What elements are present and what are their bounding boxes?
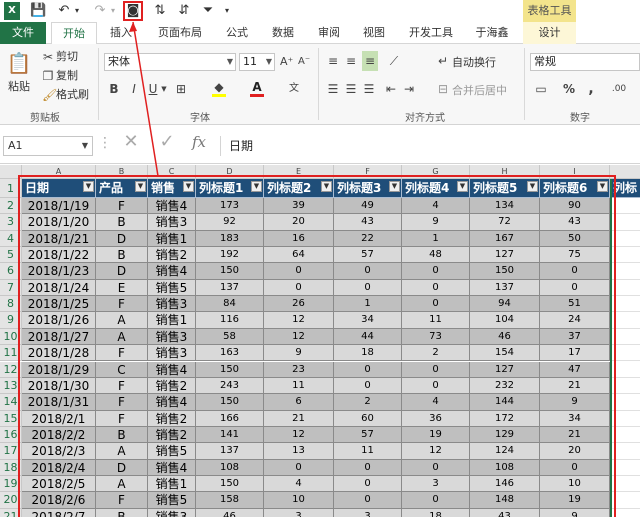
increase-decimal-icon[interactable]: .00 bbox=[604, 82, 634, 96]
align-middle-icon[interactable]: ≡ bbox=[344, 54, 358, 68]
table-tools-title: 表格工具 bbox=[523, 0, 576, 22]
excel-logo-icon: X bbox=[4, 2, 20, 20]
redo-dropdown-icon[interactable]: ▾ bbox=[108, 2, 118, 20]
quick-access-toolbar: X 💾 ↶ ▾ ↷ ▾ ◙ ⇅ ⇵ ⏷ ▾ 表格工具 bbox=[0, 0, 640, 22]
sort-descending-icon[interactable]: ⇵ bbox=[176, 2, 192, 20]
tab-custom[interactable]: 于海鑫 bbox=[468, 22, 516, 44]
save-icon[interactable]: 💾 bbox=[30, 2, 46, 20]
chevron-down-icon: ▼ bbox=[265, 57, 272, 66]
border-icon[interactable]: ⊞ bbox=[174, 82, 188, 96]
font-color-icon[interactable]: A bbox=[250, 80, 264, 97]
align-bottom-icon[interactable]: ≡ bbox=[362, 51, 378, 71]
merge-center-button[interactable]: 合并后居中 bbox=[452, 84, 507, 98]
accounting-format-icon[interactable]: ▭ bbox=[534, 82, 548, 96]
wrap-text-button[interactable]: 自动换行 bbox=[452, 56, 496, 70]
formula-input[interactable]: 日期 bbox=[220, 136, 640, 156]
copy-button[interactable]: 复制 bbox=[56, 69, 78, 83]
number-group-label: 数字 bbox=[570, 113, 590, 124]
filter-icon[interactable]: ⏷ bbox=[200, 2, 216, 20]
undo-icon[interactable]: ↶ bbox=[56, 2, 72, 20]
orientation-icon[interactable]: ⟋ bbox=[386, 54, 402, 68]
tab-formulas[interactable]: 公式 bbox=[219, 22, 255, 44]
cancel-icon[interactable]: ✕ bbox=[122, 133, 140, 151]
number-format-combo[interactable]: 常规 bbox=[530, 53, 640, 71]
align-right-icon[interactable]: ☰ bbox=[362, 82, 376, 96]
group-divider bbox=[98, 48, 99, 120]
camera-icon[interactable]: ◙ bbox=[123, 1, 143, 21]
grow-font-icon[interactable]: A⁺ bbox=[280, 55, 293, 69]
underline-icon[interactable]: U bbox=[147, 82, 159, 96]
red-selection-box bbox=[18, 175, 616, 517]
tab-insert[interactable]: 插入 bbox=[103, 22, 139, 44]
merge-center-icon[interactable]: ⊟ bbox=[436, 82, 450, 96]
copy-icon[interactable]: ❐ bbox=[42, 69, 54, 83]
undo-dropdown-icon[interactable]: ▾ bbox=[72, 2, 82, 20]
font-name-combo[interactable]: 宋体 ▼ bbox=[104, 53, 236, 71]
fill-color-icon[interactable]: ◆ bbox=[212, 80, 226, 97]
align-top-icon[interactable]: ≡ bbox=[326, 54, 340, 68]
font-size-value: 11 bbox=[243, 55, 257, 68]
cut-icon[interactable]: ✂ bbox=[42, 50, 54, 64]
tab-home[interactable]: 开始 bbox=[51, 22, 97, 45]
font-group-label: 字体 bbox=[190, 113, 210, 124]
group-divider bbox=[524, 48, 525, 120]
redo-icon[interactable]: ↷ bbox=[92, 2, 108, 20]
enter-icon[interactable]: ✓ bbox=[158, 133, 176, 151]
percent-icon[interactable]: % bbox=[562, 82, 576, 96]
italic-icon[interactable]: I bbox=[128, 82, 140, 96]
customize-qat-icon[interactable]: ▾ bbox=[222, 2, 232, 20]
worksheet-grid[interactable]: A B C D E F G H I 1 2 3 4 5 6 7 8 9 10 11 12 13 14 15 16 17 18 19 20… bbox=[0, 165, 640, 517]
insert-function-icon[interactable]: fx bbox=[188, 135, 210, 150]
decrease-indent-icon[interactable]: ⇤ bbox=[384, 82, 398, 96]
ribbon-tabs: 文件 开始 插入 页面布局 公式 数据 审阅 视图 开发工具 于海鑫 设计 bbox=[0, 22, 640, 45]
chevron-down-icon[interactable]: ▼ bbox=[160, 82, 168, 96]
formula-bar: A1 ▼ ⋮ ✕ ✓ fx 日期 bbox=[0, 126, 640, 164]
alignment-group-label: 对齐方式 bbox=[405, 113, 445, 124]
ribbon: 📋 粘贴 ✂ 剪切 ❐ 复制 🖌 格式刷 剪贴板 宋体 ▼ 11 ▼ A⁺ A⁻ B… bbox=[0, 44, 640, 125]
chevron-down-icon[interactable]: ▼ bbox=[80, 139, 90, 153]
align-left-icon[interactable]: ☰ bbox=[326, 82, 340, 96]
tab-review[interactable]: 审阅 bbox=[311, 22, 347, 44]
chevron-down-icon: ▼ bbox=[226, 57, 233, 66]
more-icon: ⋮ bbox=[98, 135, 112, 151]
paste-icon[interactable]: 📋 bbox=[6, 50, 32, 76]
paste-button[interactable]: 粘贴 bbox=[8, 80, 30, 94]
header-label: 列标 bbox=[613, 181, 638, 195]
tab-file[interactable]: 文件 bbox=[0, 22, 46, 44]
tab-view[interactable]: 视图 bbox=[356, 22, 392, 44]
wrap-text-icon[interactable]: ↵ bbox=[436, 54, 450, 68]
tab-developer[interactable]: 开发工具 bbox=[402, 22, 460, 44]
tab-design[interactable]: 设计 bbox=[523, 22, 576, 44]
phonetic-icon[interactable]: 文 bbox=[286, 82, 302, 96]
align-center-icon[interactable]: ☰ bbox=[344, 82, 358, 96]
shrink-font-icon[interactable]: A⁻ bbox=[298, 55, 310, 69]
bold-icon[interactable]: B bbox=[108, 82, 120, 96]
increase-indent-icon[interactable]: ⇥ bbox=[402, 82, 416, 96]
sort-ascending-icon[interactable]: ⇅ bbox=[152, 2, 168, 20]
format-painter-icon[interactable]: 🖌 bbox=[42, 88, 57, 102]
tab-page-layout[interactable]: 页面布局 bbox=[150, 22, 210, 44]
format-painter-button[interactable]: 格式刷 bbox=[56, 88, 89, 102]
cut-button[interactable]: 剪切 bbox=[56, 50, 78, 64]
font-size-combo[interactable]: 11 ▼ bbox=[239, 53, 275, 71]
tab-data[interactable]: 数据 bbox=[265, 22, 301, 44]
group-divider bbox=[318, 48, 319, 120]
font-name-value: 宋体 bbox=[108, 55, 130, 68]
clipboard-group-label: 剪贴板 bbox=[30, 113, 60, 124]
comma-style-icon[interactable]: , bbox=[584, 82, 598, 96]
number-format-value: 常规 bbox=[534, 55, 556, 68]
